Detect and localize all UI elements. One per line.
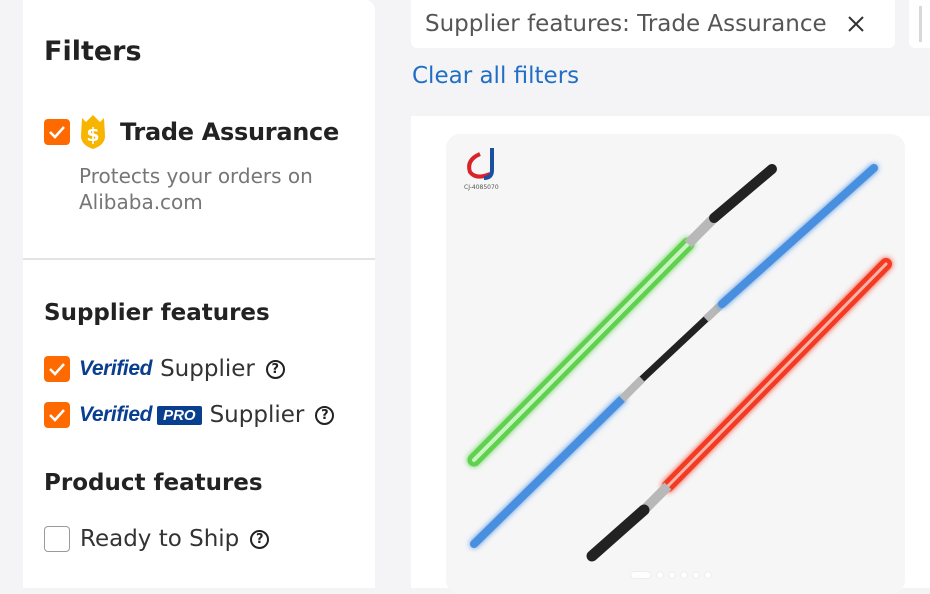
verified-pro-supplier-label: Supplier — [209, 402, 305, 428]
carousel-dot[interactable] — [705, 572, 711, 578]
carousel-dots[interactable] — [631, 572, 711, 578]
trade-assurance-filter[interactable]: $ Trade Assurance — [44, 112, 339, 152]
carousel-dot[interactable] — [693, 572, 699, 578]
dollar-shield-icon: $ — [81, 115, 105, 149]
active-filter-chip-next[interactable] — [909, 0, 930, 48]
filters-title: Filters — [44, 36, 142, 67]
clear-all-filters-link[interactable]: Clear all filters — [412, 63, 579, 89]
supplier-features-title: Supplier features — [44, 300, 270, 326]
carousel-dot[interactable] — [657, 572, 663, 578]
verified-supplier-label: Supplier — [160, 356, 255, 382]
ready-to-ship-checkbox[interactable] — [44, 526, 70, 552]
checkmark-icon — [49, 409, 65, 422]
checkmark-icon — [49, 126, 65, 139]
carousel-dot[interactable] — [669, 572, 675, 578]
brand-logo: CJ-4085070 — [464, 148, 499, 191]
help-icon[interactable]: ? — [265, 359, 285, 379]
carousel-dot[interactable] — [631, 572, 651, 578]
lightsaber-toy-image: CJ-4085070 — [464, 148, 892, 562]
verified-supplier-filter[interactable]: Verified Supplier ? — [44, 354, 285, 384]
verified-supplier-checkbox[interactable] — [44, 356, 70, 382]
trade-assurance-description: Protects your orders on Alibaba.com — [79, 164, 313, 214]
filter-sidebar: Filters $ Trade Assurance Protects your … — [23, 0, 375, 588]
svg-text:$: $ — [86, 124, 99, 146]
ready-to-ship-label: Ready to Ship — [80, 526, 240, 552]
product-features-title: Product features — [44, 470, 263, 496]
carousel-dot[interactable] — [681, 572, 687, 578]
help-icon[interactable]: ? — [250, 529, 270, 549]
trade-assurance-label: Trade Assurance — [120, 118, 339, 146]
section-divider — [23, 258, 375, 260]
active-filter-chip-text: Supplier features: Trade Assurance — [425, 11, 827, 37]
verified-pro-supplier-filter[interactable]: Verified PRO Supplier ? — [44, 400, 335, 430]
product-image[interactable]: CJ-4085070 — [446, 134, 905, 594]
trade-assurance-checkbox[interactable] — [44, 119, 70, 145]
ready-to-ship-filter[interactable]: Ready to Ship ? — [44, 524, 270, 554]
logo-caption: CJ-4085070 — [464, 184, 499, 191]
checkmark-icon — [49, 363, 65, 376]
verified-badge: Verified — [79, 357, 153, 380]
pro-badge: PRO — [157, 405, 202, 425]
close-icon[interactable] — [845, 13, 867, 35]
verified-pro-supplier-checkbox[interactable] — [44, 402, 70, 428]
verified-badge: Verified — [79, 403, 153, 426]
help-icon[interactable]: ? — [315, 405, 335, 425]
active-filter-chip[interactable]: Supplier features: Trade Assurance — [411, 0, 895, 48]
